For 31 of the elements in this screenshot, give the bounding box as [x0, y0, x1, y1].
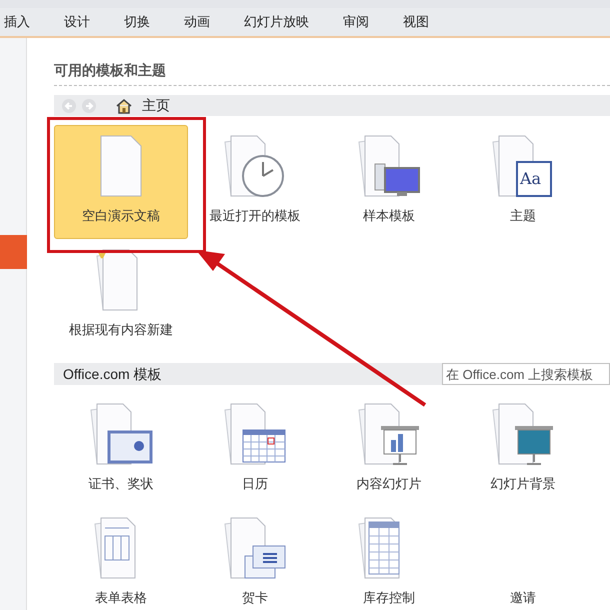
ribbon-tab[interactable]: 幻灯片放映: [240, 12, 313, 32]
template-tile[interactable]: 库存控制: [322, 507, 456, 610]
template-tile[interactable]: 表单表格: [54, 507, 188, 610]
ribbon-tab[interactable]: 动画: [180, 12, 214, 32]
template-tile[interactable]: 日历: [188, 393, 322, 507]
template-tile[interactable]: 幻灯片背景: [456, 393, 590, 507]
forward-arrow-icon[interactable]: [82, 98, 96, 112]
clock-icon: [223, 134, 287, 200]
template-tile[interactable]: 邀请: [456, 507, 590, 610]
projector-screen-icon: [491, 402, 555, 468]
projector-screen-icon: [357, 402, 421, 468]
template-tile[interactable]: 内容幻灯片: [322, 393, 456, 507]
breadcrumb-label[interactable]: 主页: [142, 95, 170, 116]
back-arrow-icon[interactable]: [62, 98, 76, 112]
template-tile[interactable]: 根据现有内容新建: [54, 239, 188, 353]
ribbon-tab[interactable]: 设计: [60, 12, 94, 32]
template-tile[interactable]: 贺卡: [188, 507, 322, 610]
section-heading: Office.com 模板: [62, 364, 162, 384]
ribbon-tab[interactable]: 插入: [0, 12, 34, 32]
ribbon-tab[interactable]: 切换: [120, 12, 154, 32]
ribbon-tab[interactable]: 审阅: [339, 12, 373, 32]
template-tile[interactable]: 最近打开的模板: [188, 125, 322, 239]
template-tile[interactable]: 空白演示文稿: [54, 125, 188, 239]
ribbon-tab[interactable]: 视图: [399, 12, 433, 32]
selection-marker: [0, 235, 27, 269]
search-field[interactable]: 在 Office.com 上搜索模板: [442, 363, 610, 385]
template-tile[interactable]: Aa 主题: [456, 125, 590, 239]
section-heading: 可用的模板和主题: [54, 61, 166, 80]
template-tile[interactable]: 样本模板: [322, 125, 456, 239]
home-icon[interactable]: [116, 98, 132, 114]
template-tile[interactable]: 证书、奖状: [54, 393, 188, 507]
